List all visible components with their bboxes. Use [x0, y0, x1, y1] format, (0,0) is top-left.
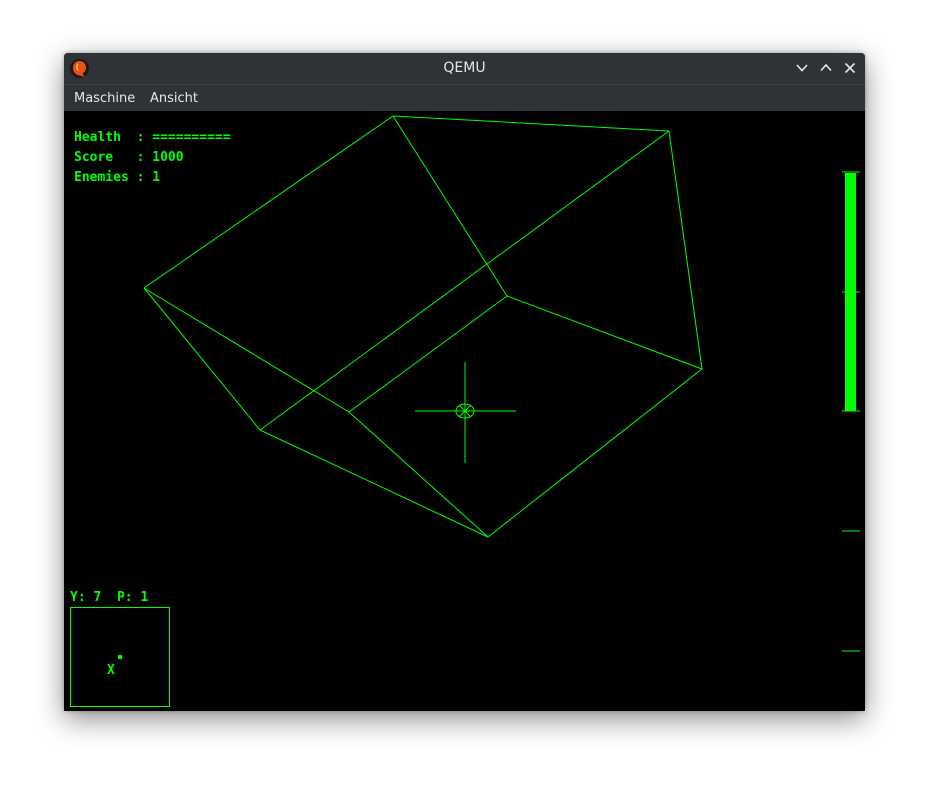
radar-player-marker: X	[107, 663, 115, 678]
health-gauge	[842, 171, 860, 652]
vm-display[interactable]: Health : ========== Score : 1000 Enemies…	[64, 111, 865, 711]
enemies-readout: Enemies : 1	[74, 170, 161, 185]
title-bar[interactable]: QEMU	[64, 53, 865, 84]
menu-bar: Maschine Ansicht	[64, 84, 865, 112]
close-icon[interactable]	[842, 60, 858, 76]
crosshair-icon	[415, 362, 516, 463]
qemu-window: QEMU Maschine Ansicht Health: =========…	[64, 53, 865, 711]
window-title: QEMU	[443, 60, 486, 76]
chevron-up-icon[interactable]	[818, 60, 834, 76]
yp-readout: Y: 7 P: 1	[70, 590, 149, 605]
score-readout: Score : 1000	[74, 150, 184, 165]
game-viewport	[70, 115, 860, 707]
menu-maschine[interactable]: Maschine	[74, 85, 135, 112]
wireframe-enemy	[143, 115, 703, 538]
radar-blip	[118, 655, 122, 659]
chevron-down-icon[interactable]	[794, 60, 810, 76]
health-readout: Health : ==========	[74, 130, 231, 145]
menu-ansicht[interactable]: Ansicht	[150, 85, 198, 112]
